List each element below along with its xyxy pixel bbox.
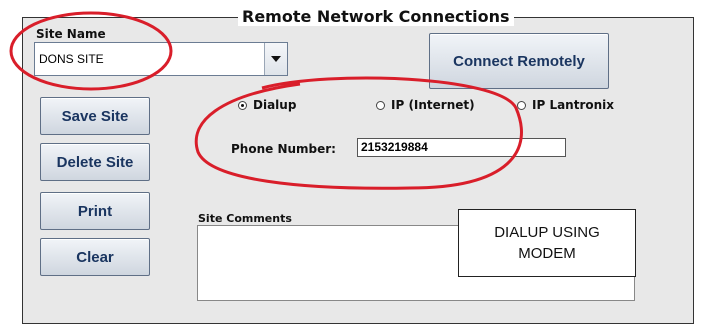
annotation-callout: DIALUP USING MODEM bbox=[458, 209, 636, 277]
radio-ip-internet-label: IP (Internet) bbox=[391, 98, 475, 112]
radio-ip-lantronix-indicator[interactable] bbox=[517, 100, 526, 110]
radio-dialup-label: Dialup bbox=[253, 98, 297, 112]
site-name-value: DONS SITE bbox=[39, 52, 104, 66]
phone-number-label: Phone Number: bbox=[231, 142, 336, 156]
chevron-down-icon[interactable] bbox=[264, 43, 287, 75]
radio-ip-internet-indicator[interactable] bbox=[376, 100, 385, 110]
radio-ip-internet[interactable]: IP (Internet) bbox=[376, 98, 475, 112]
group-title: Remote Network Connections bbox=[238, 7, 514, 26]
phone-number-input[interactable]: 2153219884 bbox=[357, 138, 566, 157]
connect-remotely-button[interactable]: Connect Remotely bbox=[429, 33, 609, 89]
callout-line-2: MODEM bbox=[518, 245, 576, 262]
site-name-combobox[interactable]: DONS SITE bbox=[34, 42, 288, 76]
save-site-button[interactable]: Save Site bbox=[40, 97, 150, 135]
radio-dialup[interactable]: Dialup bbox=[238, 98, 296, 112]
clear-button[interactable]: Clear bbox=[40, 238, 150, 276]
callout-line-1: DIALUP USING bbox=[494, 224, 600, 241]
site-comments-label: Site Comments bbox=[198, 212, 292, 225]
radio-ip-lantronix[interactable]: IP Lantronix bbox=[517, 98, 614, 112]
delete-site-button[interactable]: Delete Site bbox=[40, 143, 150, 181]
print-button[interactable]: Print bbox=[40, 192, 150, 230]
radio-dialup-indicator[interactable] bbox=[238, 100, 247, 110]
site-name-label: Site Name bbox=[36, 27, 106, 41]
radio-ip-lantronix-label: IP Lantronix bbox=[532, 98, 615, 112]
